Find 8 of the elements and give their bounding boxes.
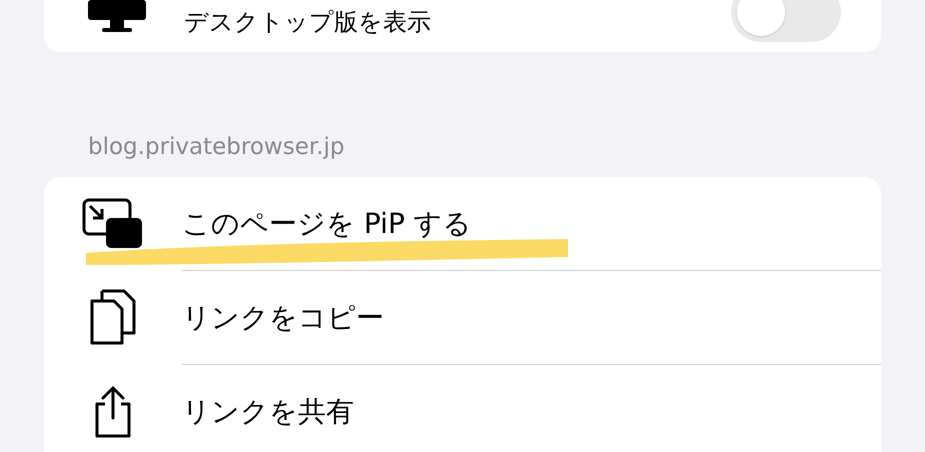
section-header: blog.privatebrowser.jp: [88, 134, 345, 160]
picture-in-picture-icon: [82, 198, 144, 250]
action-label[interactable]: リンクをコピー: [182, 297, 384, 339]
copy-icon: [88, 289, 138, 347]
action-label[interactable]: このページを PiP する: [182, 203, 472, 245]
action-label[interactable]: リンクを共有: [182, 391, 354, 433]
toggle-switch[interactable]: [731, 0, 841, 42]
option-label: デスクトップ版を表示: [184, 10, 431, 34]
